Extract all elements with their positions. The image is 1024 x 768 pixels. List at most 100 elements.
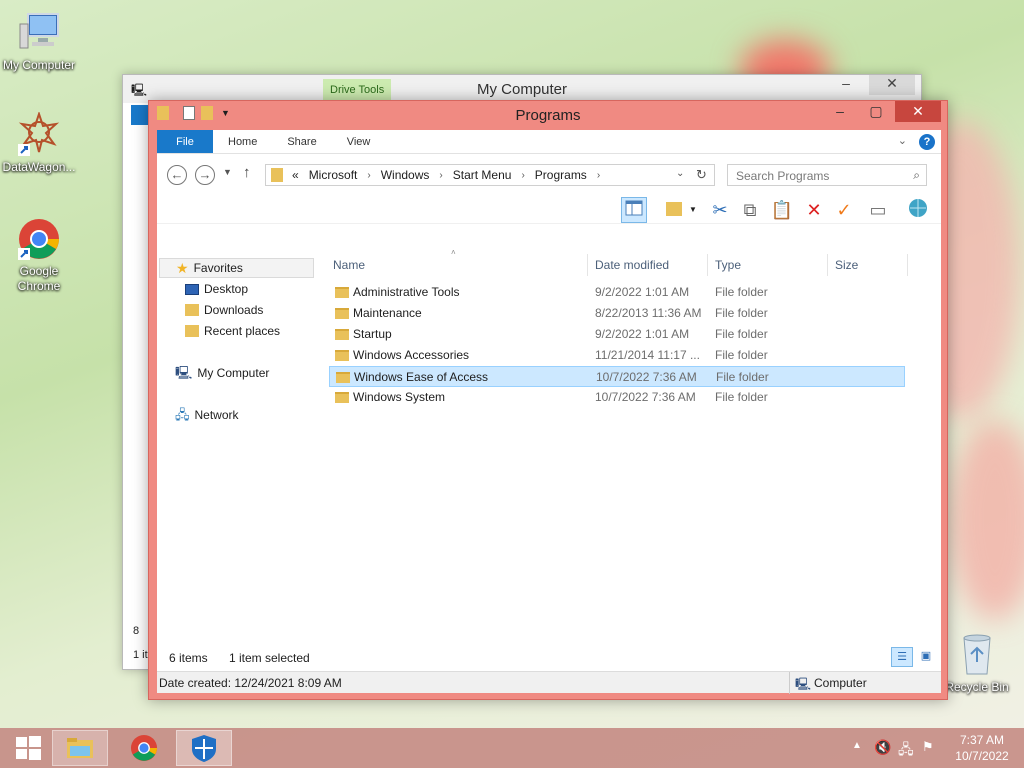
column-header-size[interactable]: Size <box>835 258 858 272</box>
nav-desktop-label: Desktop <box>204 282 249 296</box>
close-button[interactable]: ✕ <box>895 101 941 122</box>
nav-network[interactable]: 🖧 Network <box>175 405 239 425</box>
delete-icon[interactable]: ✕ <box>801 197 827 223</box>
clock[interactable]: 7:37 AM 10/7/2022 <box>950 732 1014 764</box>
nav-my-computer-label: My Computer <box>197 366 270 380</box>
expand-ribbon-icon[interactable]: ⌄ <box>898 134 907 147</box>
recycle-bin-icon <box>954 632 1000 678</box>
breadcrumb-separator-icon[interactable]: › <box>521 168 524 182</box>
tab-file[interactable]: File <box>157 130 213 153</box>
breadcrumb-separator-icon[interactable]: › <box>439 168 442 182</box>
properties-icon[interactable]: ▭ <box>865 197 891 223</box>
file-row[interactable]: Maintenance 8/22/2013 11:36 AM File folder <box>329 303 905 324</box>
file-list: ˄ Name Date modified Type Size Administr… <box>329 248 941 652</box>
volume-muted-icon[interactable]: 🔇 <box>874 739 891 756</box>
address-bar[interactable]: « Microsoft › Windows › Start Menu › Pro… <box>265 164 715 186</box>
file-date-modified: 10/7/2022 7:36 AM <box>596 370 697 384</box>
minimize-button[interactable]: – <box>823 75 869 95</box>
breadcrumb-overflow[interactable]: « <box>292 168 299 182</box>
window-titlebar[interactable]: ▼ Programs – ▢ ✕ <box>149 101 947 129</box>
up-arrow-icon[interactable]: ↑ <box>243 164 251 181</box>
file-name: Windows System <box>353 390 446 404</box>
taskbar-security[interactable] <box>176 730 232 766</box>
close-button[interactable]: ✕ <box>869 75 915 95</box>
tab-view[interactable]: View <box>332 130 386 153</box>
navigation-pane: ★ Favorites Desktop Downloads Recent pla… <box>157 254 325 654</box>
nav-favorites[interactable]: ★ Favorites <box>159 258 314 278</box>
cut-icon[interactable]: ✂ <box>707 197 733 223</box>
action-center-icon[interactable]: ⚑ <box>922 739 934 755</box>
file-row[interactable]: Windows System 10/7/2022 7:36 AM File fold… <box>329 387 905 408</box>
folder-options-icon[interactable] <box>661 197 687 223</box>
desktop-icon-recycle-bin[interactable]: Recycle Bin <box>938 632 1016 695</box>
desktop-icon-my-computer[interactable]: My Computer <box>0 10 78 73</box>
breadcrumb-programs[interactable]: Programs <box>535 168 587 182</box>
recent-locations-icon[interactable]: ▼ <box>223 167 232 177</box>
nav-recent-places-label: Recent places <box>204 324 281 338</box>
background-window-titlebar[interactable]: 🖳 Drive Tools My Computer – ✕ <box>123 75 921 103</box>
search-input[interactable]: Search Programs <box>736 169 829 183</box>
file-date-modified: 9/2/2022 1:01 AM <box>595 327 690 341</box>
nav-recent-places[interactable]: Recent places <box>185 321 280 341</box>
explorer-window-programs[interactable]: ▼ Programs – ▢ ✕ File Home Share View ⌄ … <box>148 100 948 700</box>
tab-home[interactable]: Home <box>213 130 272 153</box>
help-icon[interactable]: ? <box>919 134 935 150</box>
chrome-icon <box>130 734 158 762</box>
forward-button[interactable]: → <box>195 165 215 185</box>
taskbar-chrome[interactable] <box>116 730 172 766</box>
details-bar: Date created: 12/24/2021 8:09 AM 🖳 Compu… <box>157 671 941 694</box>
taskbar-file-explorer[interactable] <box>52 730 108 766</box>
desktop-icon-label: Recycle Bin <box>945 680 1009 694</box>
network-globe-icon[interactable] <box>905 197 931 223</box>
search-box[interactable]: Search Programs ⌕ <box>727 164 927 186</box>
minimize-button[interactable]: – <box>825 101 855 122</box>
folder-icon <box>335 308 349 319</box>
recent-places-icon <box>185 325 199 337</box>
nav-my-computer[interactable]: 🖳 My Computer <box>175 363 269 383</box>
details-view-icon[interactable]: ☰ <box>891 647 913 667</box>
column-header-date-modified[interactable]: Date modified <box>595 258 669 272</box>
breadcrumb-windows[interactable]: Windows <box>381 168 430 182</box>
folder-icon <box>335 287 349 298</box>
rename-icon[interactable]: ✓ <box>831 197 857 223</box>
breadcrumb-separator-icon[interactable]: › <box>597 168 600 182</box>
search-icon[interactable]: ⌕ <box>913 168 920 183</box>
chrome-icon <box>16 216 62 262</box>
selection-count: 1 item selected <box>229 651 310 665</box>
breadcrumb-microsoft[interactable]: Microsoft <box>309 168 358 182</box>
column-header-name[interactable]: Name <box>333 258 365 272</box>
file-row[interactable]: Windows Accessories 11/21/2014 11:17 ... F… <box>329 345 905 366</box>
nav-desktop[interactable]: Desktop <box>185 279 248 299</box>
breadcrumb-start-menu[interactable]: Start Menu <box>453 168 512 182</box>
preview-pane-icon[interactable] <box>621 197 647 223</box>
file-explorer-icon <box>67 738 93 758</box>
chevron-down-icon[interactable]: ⌄ <box>676 168 684 179</box>
file-type: File folder <box>716 370 769 384</box>
file-type: File folder <box>715 285 768 299</box>
breadcrumb-separator-icon[interactable]: › <box>367 168 370 182</box>
tab-share[interactable]: Share <box>272 130 331 153</box>
back-button[interactable]: ← <box>167 165 187 185</box>
maximize-button[interactable]: ▢ <box>861 101 891 122</box>
item-count: 6 items <box>169 651 208 665</box>
paste-icon[interactable]: 📋 <box>769 197 795 223</box>
desktop-icon-label: Google Chrome <box>17 264 61 293</box>
desktop-icon-label: My Computer <box>2 58 76 72</box>
desktop-icon-google-chrome[interactable]: Google Chrome <box>0 216 78 294</box>
column-header-type[interactable]: Type <box>715 258 741 272</box>
chevron-down-icon[interactable]: ▼ <box>689 205 697 214</box>
copy-icon[interactable]: ⧉ <box>737 197 763 223</box>
nav-downloads[interactable]: Downloads <box>185 300 263 320</box>
folder-icon <box>335 392 349 403</box>
network-status-icon[interactable]: 🖧 <box>898 739 914 763</box>
refresh-icon[interactable]: ↻ <box>696 167 707 183</box>
large-icons-view-icon[interactable]: ▣ <box>915 647 937 667</box>
computer-icon: 🖳 <box>175 365 193 380</box>
shield-icon <box>192 735 216 762</box>
start-button[interactable] <box>0 730 56 766</box>
file-row[interactable]: Administrative Tools 9/2/2022 1:01 AM File… <box>329 282 905 303</box>
file-row[interactable]: Startup 9/2/2022 1:01 AM File folder <box>329 324 905 345</box>
show-hidden-icons-button[interactable]: ▲ <box>852 740 862 751</box>
file-row[interactable]: Windows Ease of Access 10/7/2022 7:36 AM F… <box>329 366 905 387</box>
desktop-icon-datawagon[interactable]: DataWagon... <box>0 110 78 175</box>
